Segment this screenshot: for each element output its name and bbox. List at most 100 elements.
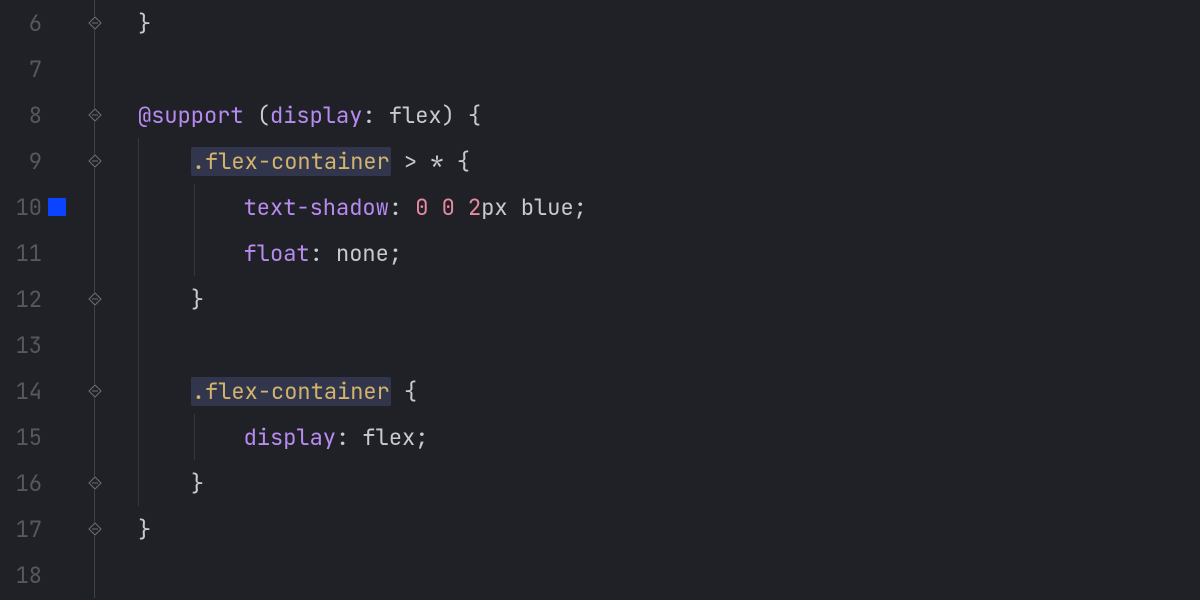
token: : (389, 193, 415, 222)
fold-gutter[interactable] (78, 138, 138, 184)
fold-close-icon[interactable] (88, 522, 102, 536)
indent-guide (138, 138, 139, 184)
fold-gutter[interactable] (78, 552, 138, 598)
line-number: 14 (0, 377, 48, 406)
code-content[interactable] (138, 46, 1200, 92)
code-line[interactable]: 11 float: none; (0, 230, 1200, 276)
token: none (336, 239, 389, 268)
fold-gutter[interactable] (78, 506, 138, 552)
token: text-shadow (244, 193, 389, 222)
code-line[interactable]: 7 (0, 46, 1200, 92)
indent-guide (138, 276, 139, 322)
code-text: .flex-container { (138, 377, 417, 406)
indent-guide (138, 322, 139, 368)
fold-gutter[interactable] (78, 0, 138, 46)
code-content[interactable]: } (138, 506, 1200, 552)
code-content[interactable]: } (138, 0, 1200, 46)
fold-close-icon[interactable] (88, 292, 102, 306)
line-number: 10 (0, 193, 48, 222)
code-line[interactable]: 10 text-shadow: 0 0 2px blue; (0, 184, 1200, 230)
line-number: 13 (0, 331, 48, 360)
token (455, 101, 468, 130)
token: 2 (468, 193, 481, 222)
token: flex (362, 423, 415, 452)
token: } (191, 285, 204, 314)
token (244, 101, 257, 130)
code-line[interactable]: 17} (0, 506, 1200, 552)
code-content[interactable]: float: none; (138, 230, 1200, 276)
code-content[interactable]: display: flex; (138, 414, 1200, 460)
fold-open-icon[interactable] (88, 154, 102, 168)
code-text: } (138, 9, 151, 38)
indent-guide (194, 184, 195, 230)
token: px (481, 193, 521, 222)
token: .flex-container (191, 147, 391, 176)
fold-gutter[interactable] (78, 46, 138, 92)
code-text: } (138, 285, 204, 314)
code-line[interactable]: 18 (0, 552, 1200, 598)
code-text: text-shadow: 0 0 2px blue; (138, 193, 587, 222)
fold-open-icon[interactable] (88, 384, 102, 398)
token: blue (521, 193, 574, 222)
code-text: } (138, 469, 204, 498)
fold-gutter[interactable] (78, 92, 138, 138)
token: } (138, 9, 151, 38)
code-content[interactable] (138, 552, 1200, 598)
token: ; (389, 239, 402, 268)
code-content[interactable]: text-shadow: 0 0 2px blue; (138, 184, 1200, 230)
gutter-marker-column[interactable] (48, 198, 78, 216)
code-line[interactable]: 9 .flex-container > * { (0, 138, 1200, 184)
code-editor[interactable]: 6}78@support (display: flex) {9 .flex-co… (0, 0, 1200, 600)
fold-gutter[interactable] (78, 322, 138, 368)
code-line[interactable]: 12 } (0, 276, 1200, 322)
fold-gutter[interactable] (78, 414, 138, 460)
line-number: 17 (0, 515, 48, 544)
token: { (404, 377, 417, 406)
token: > * (391, 147, 457, 176)
code-content[interactable]: .flex-container > * { (138, 138, 1200, 184)
code-content[interactable]: @support (display: flex) { (138, 92, 1200, 138)
code-line[interactable]: 6} (0, 0, 1200, 46)
line-number: 9 (0, 147, 48, 176)
code-line[interactable]: 15 display: flex; (0, 414, 1200, 460)
code-text: float: none; (138, 239, 402, 268)
token (138, 469, 191, 498)
token: display (270, 101, 362, 130)
token (138, 193, 244, 222)
token: { (468, 101, 481, 130)
fold-gutter[interactable] (78, 184, 138, 230)
fold-gutter[interactable] (78, 230, 138, 276)
code-line[interactable]: 13 (0, 322, 1200, 368)
token: ( (257, 101, 270, 130)
token (138, 377, 191, 406)
code-content[interactable]: } (138, 460, 1200, 506)
token: : (336, 423, 362, 452)
fold-gutter[interactable] (78, 276, 138, 322)
token (138, 147, 191, 176)
token: } (191, 469, 204, 498)
fold-close-icon[interactable] (88, 16, 102, 30)
token (391, 377, 404, 406)
token (428, 193, 441, 222)
code-line[interactable]: 14 .flex-container { (0, 368, 1200, 414)
token (455, 193, 468, 222)
line-number: 7 (0, 55, 48, 84)
fold-open-icon[interactable] (88, 108, 102, 122)
fold-close-icon[interactable] (88, 476, 102, 490)
fold-gutter[interactable] (78, 460, 138, 506)
code-content[interactable] (138, 322, 1200, 368)
bookmark-icon[interactable] (48, 198, 66, 216)
token: ; (574, 193, 587, 222)
code-content[interactable]: .flex-container { (138, 368, 1200, 414)
fold-gutter[interactable] (78, 368, 138, 414)
line-number: 15 (0, 423, 48, 452)
indent-guide (138, 230, 139, 276)
code-line[interactable]: 16 } (0, 460, 1200, 506)
code-text: display: flex; (138, 423, 428, 452)
line-number: 16 (0, 469, 48, 498)
code-content[interactable]: } (138, 276, 1200, 322)
code-text: } (138, 515, 151, 544)
token: display (244, 423, 336, 452)
token: 0 (415, 193, 428, 222)
code-line[interactable]: 8@support (display: flex) { (0, 92, 1200, 138)
